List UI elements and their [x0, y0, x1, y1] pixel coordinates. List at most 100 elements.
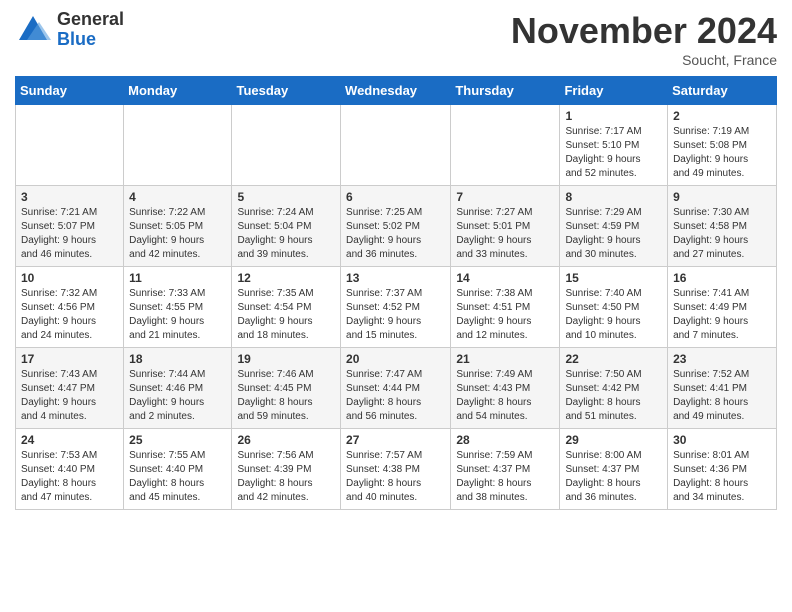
weekday-row: SundayMondayTuesdayWednesdayThursdayFrid… — [16, 77, 777, 105]
calendar-cell — [16, 105, 124, 186]
day-info: Sunrise: 7:56 AM Sunset: 4:39 PM Dayligh… — [237, 449, 335, 505]
day-number: 16 — [673, 271, 771, 285]
day-number: 11 — [129, 271, 226, 285]
page: General Blue November 2024 Soucht, Franc… — [0, 0, 792, 520]
calendar-cell: 2 Sunrise: 7:19 AM Sunset: 5:08 PM Daylig… — [668, 105, 777, 186]
calendar-cell: 26 Sunrise: 7:56 AM Sunset: 4:39 PM Dayli… — [232, 429, 341, 510]
calendar-week-row: 3 Sunrise: 7:21 AM Sunset: 5:07 PM Daylig… — [16, 186, 777, 267]
day-number: 3 — [21, 190, 118, 204]
day-info: Sunrise: 7:57 AM Sunset: 4:38 PM Dayligh… — [346, 449, 445, 505]
location: Soucht, France — [511, 52, 777, 68]
calendar-cell: 3 Sunrise: 7:21 AM Sunset: 5:07 PM Daylig… — [16, 186, 124, 267]
day-number: 9 — [673, 190, 771, 204]
day-number: 19 — [237, 352, 335, 366]
day-info: Sunrise: 7:50 AM Sunset: 4:42 PM Dayligh… — [565, 368, 662, 424]
day-number: 20 — [346, 352, 445, 366]
logo-icon — [15, 12, 51, 48]
calendar-week-row: 17 Sunrise: 7:43 AM Sunset: 4:47 PM Dayli… — [16, 348, 777, 429]
calendar-cell: 17 Sunrise: 7:43 AM Sunset: 4:47 PM Dayli… — [16, 348, 124, 429]
calendar-cell: 29 Sunrise: 8:00 AM Sunset: 4:37 PM Dayli… — [560, 429, 668, 510]
day-number: 28 — [456, 433, 554, 447]
day-number: 4 — [129, 190, 226, 204]
calendar-cell — [341, 105, 451, 186]
calendar-cell: 12 Sunrise: 7:35 AM Sunset: 4:54 PM Dayli… — [232, 267, 341, 348]
logo-blue-text: Blue — [57, 30, 124, 50]
day-info: Sunrise: 8:00 AM Sunset: 4:37 PM Dayligh… — [565, 449, 662, 505]
day-number: 17 — [21, 352, 118, 366]
day-info: Sunrise: 7:52 AM Sunset: 4:41 PM Dayligh… — [673, 368, 771, 424]
month-title: November 2024 — [511, 10, 777, 52]
day-number: 26 — [237, 433, 335, 447]
day-info: Sunrise: 7:25 AM Sunset: 5:02 PM Dayligh… — [346, 206, 445, 262]
day-number: 13 — [346, 271, 445, 285]
day-number: 6 — [346, 190, 445, 204]
day-number: 8 — [565, 190, 662, 204]
day-info: Sunrise: 7:35 AM Sunset: 4:54 PM Dayligh… — [237, 287, 335, 343]
logo-text: General Blue — [57, 10, 124, 50]
calendar-cell: 1Sunrise: 7:17 AM Sunset: 5:10 PM Daylig… — [560, 105, 668, 186]
title-block: November 2024 Soucht, France — [511, 10, 777, 68]
calendar-cell: 7Sunrise: 7:27 AM Sunset: 5:01 PM Daylig… — [451, 186, 560, 267]
calendar-cell: 18Sunrise: 7:44 AM Sunset: 4:46 PM Dayli… — [124, 348, 232, 429]
weekday-tuesday: Tuesday — [232, 77, 341, 105]
day-number: 12 — [237, 271, 335, 285]
calendar-cell: 23 Sunrise: 7:52 AM Sunset: 4:41 PM Dayli… — [668, 348, 777, 429]
day-number: 30 — [673, 433, 771, 447]
weekday-friday: Friday — [560, 77, 668, 105]
weekday-thursday: Thursday — [451, 77, 560, 105]
day-info: Sunrise: 7:59 AM Sunset: 4:37 PM Dayligh… — [456, 449, 554, 505]
calendar-cell: 9 Sunrise: 7:30 AM Sunset: 4:58 PM Daylig… — [668, 186, 777, 267]
calendar-cell: 21 Sunrise: 7:49 AM Sunset: 4:43 PM Dayli… — [451, 348, 560, 429]
calendar-cell: 4 Sunrise: 7:22 AM Sunset: 5:05 PM Daylig… — [124, 186, 232, 267]
day-number: 22 — [565, 352, 662, 366]
day-info: Sunrise: 7:24 AM Sunset: 5:04 PM Dayligh… — [237, 206, 335, 262]
day-number: 5 — [237, 190, 335, 204]
weekday-sunday: Sunday — [16, 77, 124, 105]
day-info: Sunrise: 7:22 AM Sunset: 5:05 PM Dayligh… — [129, 206, 226, 262]
day-number: 2 — [673, 109, 771, 123]
day-info: Sunrise: 7:53 AM Sunset: 4:40 PM Dayligh… — [21, 449, 118, 505]
calendar-header: SundayMondayTuesdayWednesdayThursdayFrid… — [16, 77, 777, 105]
day-number: 1 — [565, 109, 662, 123]
calendar-cell: 30 Sunrise: 8:01 AM Sunset: 4:36 PM Dayli… — [668, 429, 777, 510]
calendar: SundayMondayTuesdayWednesdayThursdayFrid… — [15, 76, 777, 510]
day-info: Sunrise: 8:01 AM Sunset: 4:36 PM Dayligh… — [673, 449, 771, 505]
day-info: Sunrise: 7:29 AM Sunset: 4:59 PM Dayligh… — [565, 206, 662, 262]
day-number: 15 — [565, 271, 662, 285]
calendar-cell: 25Sunrise: 7:55 AM Sunset: 4:40 PM Dayli… — [124, 429, 232, 510]
day-info: Sunrise: 7:44 AM Sunset: 4:46 PM Dayligh… — [129, 368, 226, 424]
calendar-cell: 10 Sunrise: 7:32 AM Sunset: 4:56 PM Dayli… — [16, 267, 124, 348]
calendar-cell: 28 Sunrise: 7:59 AM Sunset: 4:37 PM Dayli… — [451, 429, 560, 510]
calendar-cell — [124, 105, 232, 186]
day-info: Sunrise: 7:41 AM Sunset: 4:49 PM Dayligh… — [673, 287, 771, 343]
calendar-cell: 20Sunrise: 7:47 AM Sunset: 4:44 PM Dayli… — [341, 348, 451, 429]
day-info: Sunrise: 7:19 AM Sunset: 5:08 PM Dayligh… — [673, 125, 771, 181]
day-info: Sunrise: 7:40 AM Sunset: 4:50 PM Dayligh… — [565, 287, 662, 343]
day-info: Sunrise: 7:46 AM Sunset: 4:45 PM Dayligh… — [237, 368, 335, 424]
day-number: 23 — [673, 352, 771, 366]
calendar-cell: 16 Sunrise: 7:41 AM Sunset: 4:49 PM Dayli… — [668, 267, 777, 348]
calendar-cell: 22 Sunrise: 7:50 AM Sunset: 4:42 PM Dayli… — [560, 348, 668, 429]
day-number: 10 — [21, 271, 118, 285]
logo: General Blue — [15, 10, 124, 50]
calendar-cell: 24Sunrise: 7:53 AM Sunset: 4:40 PM Dayli… — [16, 429, 124, 510]
day-info: Sunrise: 7:30 AM Sunset: 4:58 PM Dayligh… — [673, 206, 771, 262]
day-info: Sunrise: 7:55 AM Sunset: 4:40 PM Dayligh… — [129, 449, 226, 505]
calendar-cell: 15 Sunrise: 7:40 AM Sunset: 4:50 PM Dayli… — [560, 267, 668, 348]
day-info: Sunrise: 7:21 AM Sunset: 5:07 PM Dayligh… — [21, 206, 118, 262]
day-number: 27 — [346, 433, 445, 447]
calendar-cell: 5 Sunrise: 7:24 AM Sunset: 5:04 PM Daylig… — [232, 186, 341, 267]
calendar-cell — [451, 105, 560, 186]
day-number: 29 — [565, 433, 662, 447]
day-number: 7 — [456, 190, 554, 204]
logo-general-text: General — [57, 10, 124, 30]
calendar-week-row: 10 Sunrise: 7:32 AM Sunset: 4:56 PM Dayli… — [16, 267, 777, 348]
calendar-cell: 27 Sunrise: 7:57 AM Sunset: 4:38 PM Dayli… — [341, 429, 451, 510]
day-info: Sunrise: 7:43 AM Sunset: 4:47 PM Dayligh… — [21, 368, 118, 424]
day-info: Sunrise: 7:38 AM Sunset: 4:51 PM Dayligh… — [456, 287, 554, 343]
weekday-wednesday: Wednesday — [341, 77, 451, 105]
day-number: 21 — [456, 352, 554, 366]
weekday-saturday: Saturday — [668, 77, 777, 105]
day-info: Sunrise: 7:49 AM Sunset: 4:43 PM Dayligh… — [456, 368, 554, 424]
day-info: Sunrise: 7:32 AM Sunset: 4:56 PM Dayligh… — [21, 287, 118, 343]
